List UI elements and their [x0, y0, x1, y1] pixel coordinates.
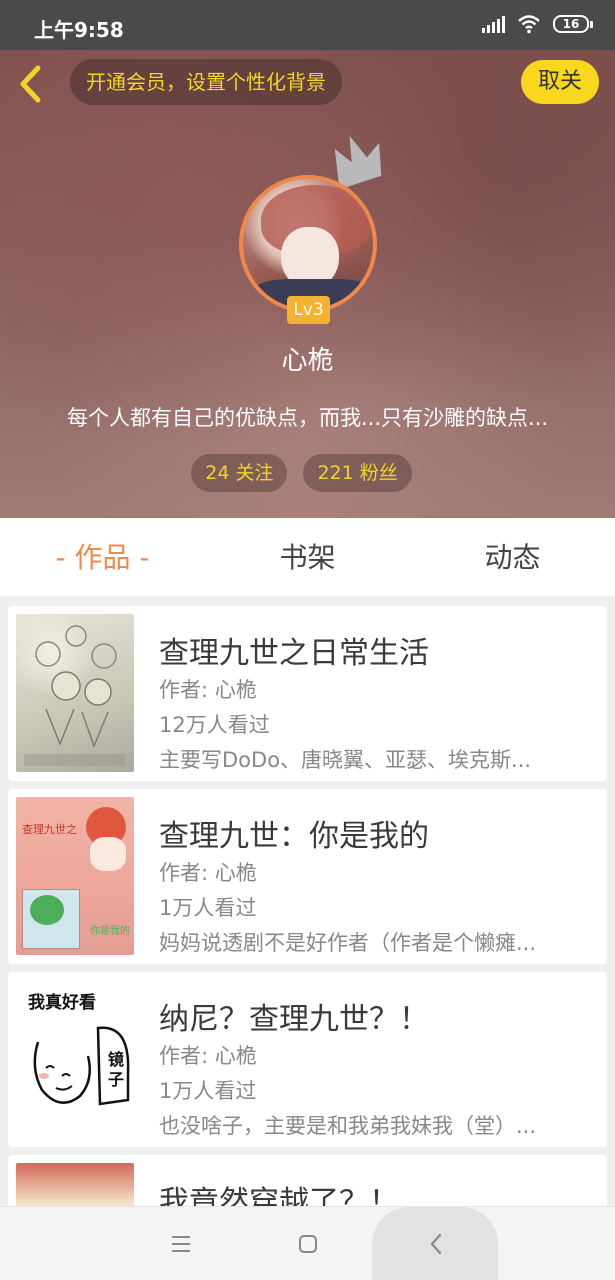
work-author: 作者: 心桅 [159, 861, 257, 885]
avatar[interactable] [239, 175, 377, 313]
status-bar: 上午9:58 16 [0, 0, 615, 50]
wifi-icon [518, 15, 540, 34]
following-count[interactable]: 24 关注 [191, 454, 288, 492]
tab-bookshelf[interactable]: 书架 [205, 518, 410, 596]
work-card[interactable]: 查理九世之日常生活 作者: 心桅 12万人看过 主要写DoDo、唐晓翼、亚瑟、埃… [8, 606, 607, 781]
signal-icon [482, 15, 505, 33]
work-description: 主要写DoDo、唐晓翼、亚瑟、埃克斯... [159, 748, 532, 772]
followers-count[interactable]: 221 粉丝 [303, 454, 412, 492]
back-button[interactable] [10, 62, 50, 106]
work-title: 纳尼？查理九世？！ [159, 1002, 429, 1037]
unfollow-button[interactable]: 取关 [521, 60, 599, 104]
level-badge: Lv3 [287, 296, 330, 324]
works-list: 查理九世之日常生活 作者: 心桅 12万人看过 主要写DoDo、唐晓翼、亚瑟、埃… [0, 596, 615, 1206]
work-cover: 查理九世之 你是我的 [16, 797, 134, 955]
profile-header: 开通会员，设置个性化背景 取关 Lv3 心桅 每个人都有自己的优缺点，而我...… [0, 50, 615, 518]
work-author: 作者: 心桅 [159, 1044, 257, 1068]
username: 心桅 [281, 346, 334, 376]
battery-icon: 16 [553, 15, 593, 33]
work-cover: 我真好看 镜子 [16, 980, 134, 1138]
nav-back-button[interactable] [415, 1207, 457, 1280]
work-card[interactable]: 我真好看 镜子 纳尼？查理九世？！ 作者: 心桅 1万人看过 也没啥子，主要是和… [8, 972, 607, 1147]
menu-icon [172, 1236, 190, 1252]
work-views: 12万人看过 [159, 713, 270, 737]
work-cover [16, 614, 134, 772]
system-nav-bar [0, 1206, 615, 1280]
cover-caption: 查理九世之 [22, 823, 77, 836]
home-square-icon [299, 1235, 317, 1253]
work-title: 我竟然穿越了？！ [159, 1185, 399, 1206]
chevron-left-icon [20, 65, 41, 103]
work-title: 查理九世之日常生活 [159, 636, 429, 671]
cover-caption: 你是我的 [90, 926, 130, 937]
status-time: 上午9:58 [34, 18, 124, 42]
profile-tabs: - 作品 - 书架 动态 [0, 518, 615, 596]
work-cover [16, 1163, 134, 1206]
stats: 24 关注 221 粉丝 [0, 454, 615, 492]
tab-activity[interactable]: 动态 [410, 518, 615, 596]
work-views: 1万人看过 [159, 1079, 257, 1103]
work-card[interactable]: 我竟然穿越了？！ [8, 1155, 607, 1206]
work-author: 作者: 心桅 [159, 678, 257, 702]
cover-caption: 镜子 [108, 1050, 125, 1089]
vip-background-banner[interactable]: 开通会员，设置个性化背景 [70, 59, 342, 105]
tab-works[interactable]: - 作品 - [0, 518, 205, 596]
status-icons: 16 [482, 14, 593, 34]
work-description: 也没啥子，主要是和我弟我妹我（堂）... [159, 1114, 537, 1138]
work-description: 妈妈说透剧不是好作者（作者是个懒瘫... [159, 931, 537, 955]
battery-level: 16 [553, 15, 589, 33]
nav-home-button[interactable] [287, 1207, 329, 1280]
work-views: 1万人看过 [159, 896, 257, 920]
back-triangle-icon [430, 1233, 442, 1255]
nav-menu-button[interactable] [160, 1207, 202, 1280]
work-title: 查理九世：你是我的 [159, 819, 429, 854]
user-bio: 每个人都有自己的优缺点，而我...只有沙雕的缺点... [66, 406, 549, 430]
work-card[interactable]: 查理九世之 你是我的 查理九世：你是我的 作者: 心桅 1万人看过 妈妈说透剧不… [8, 789, 607, 964]
